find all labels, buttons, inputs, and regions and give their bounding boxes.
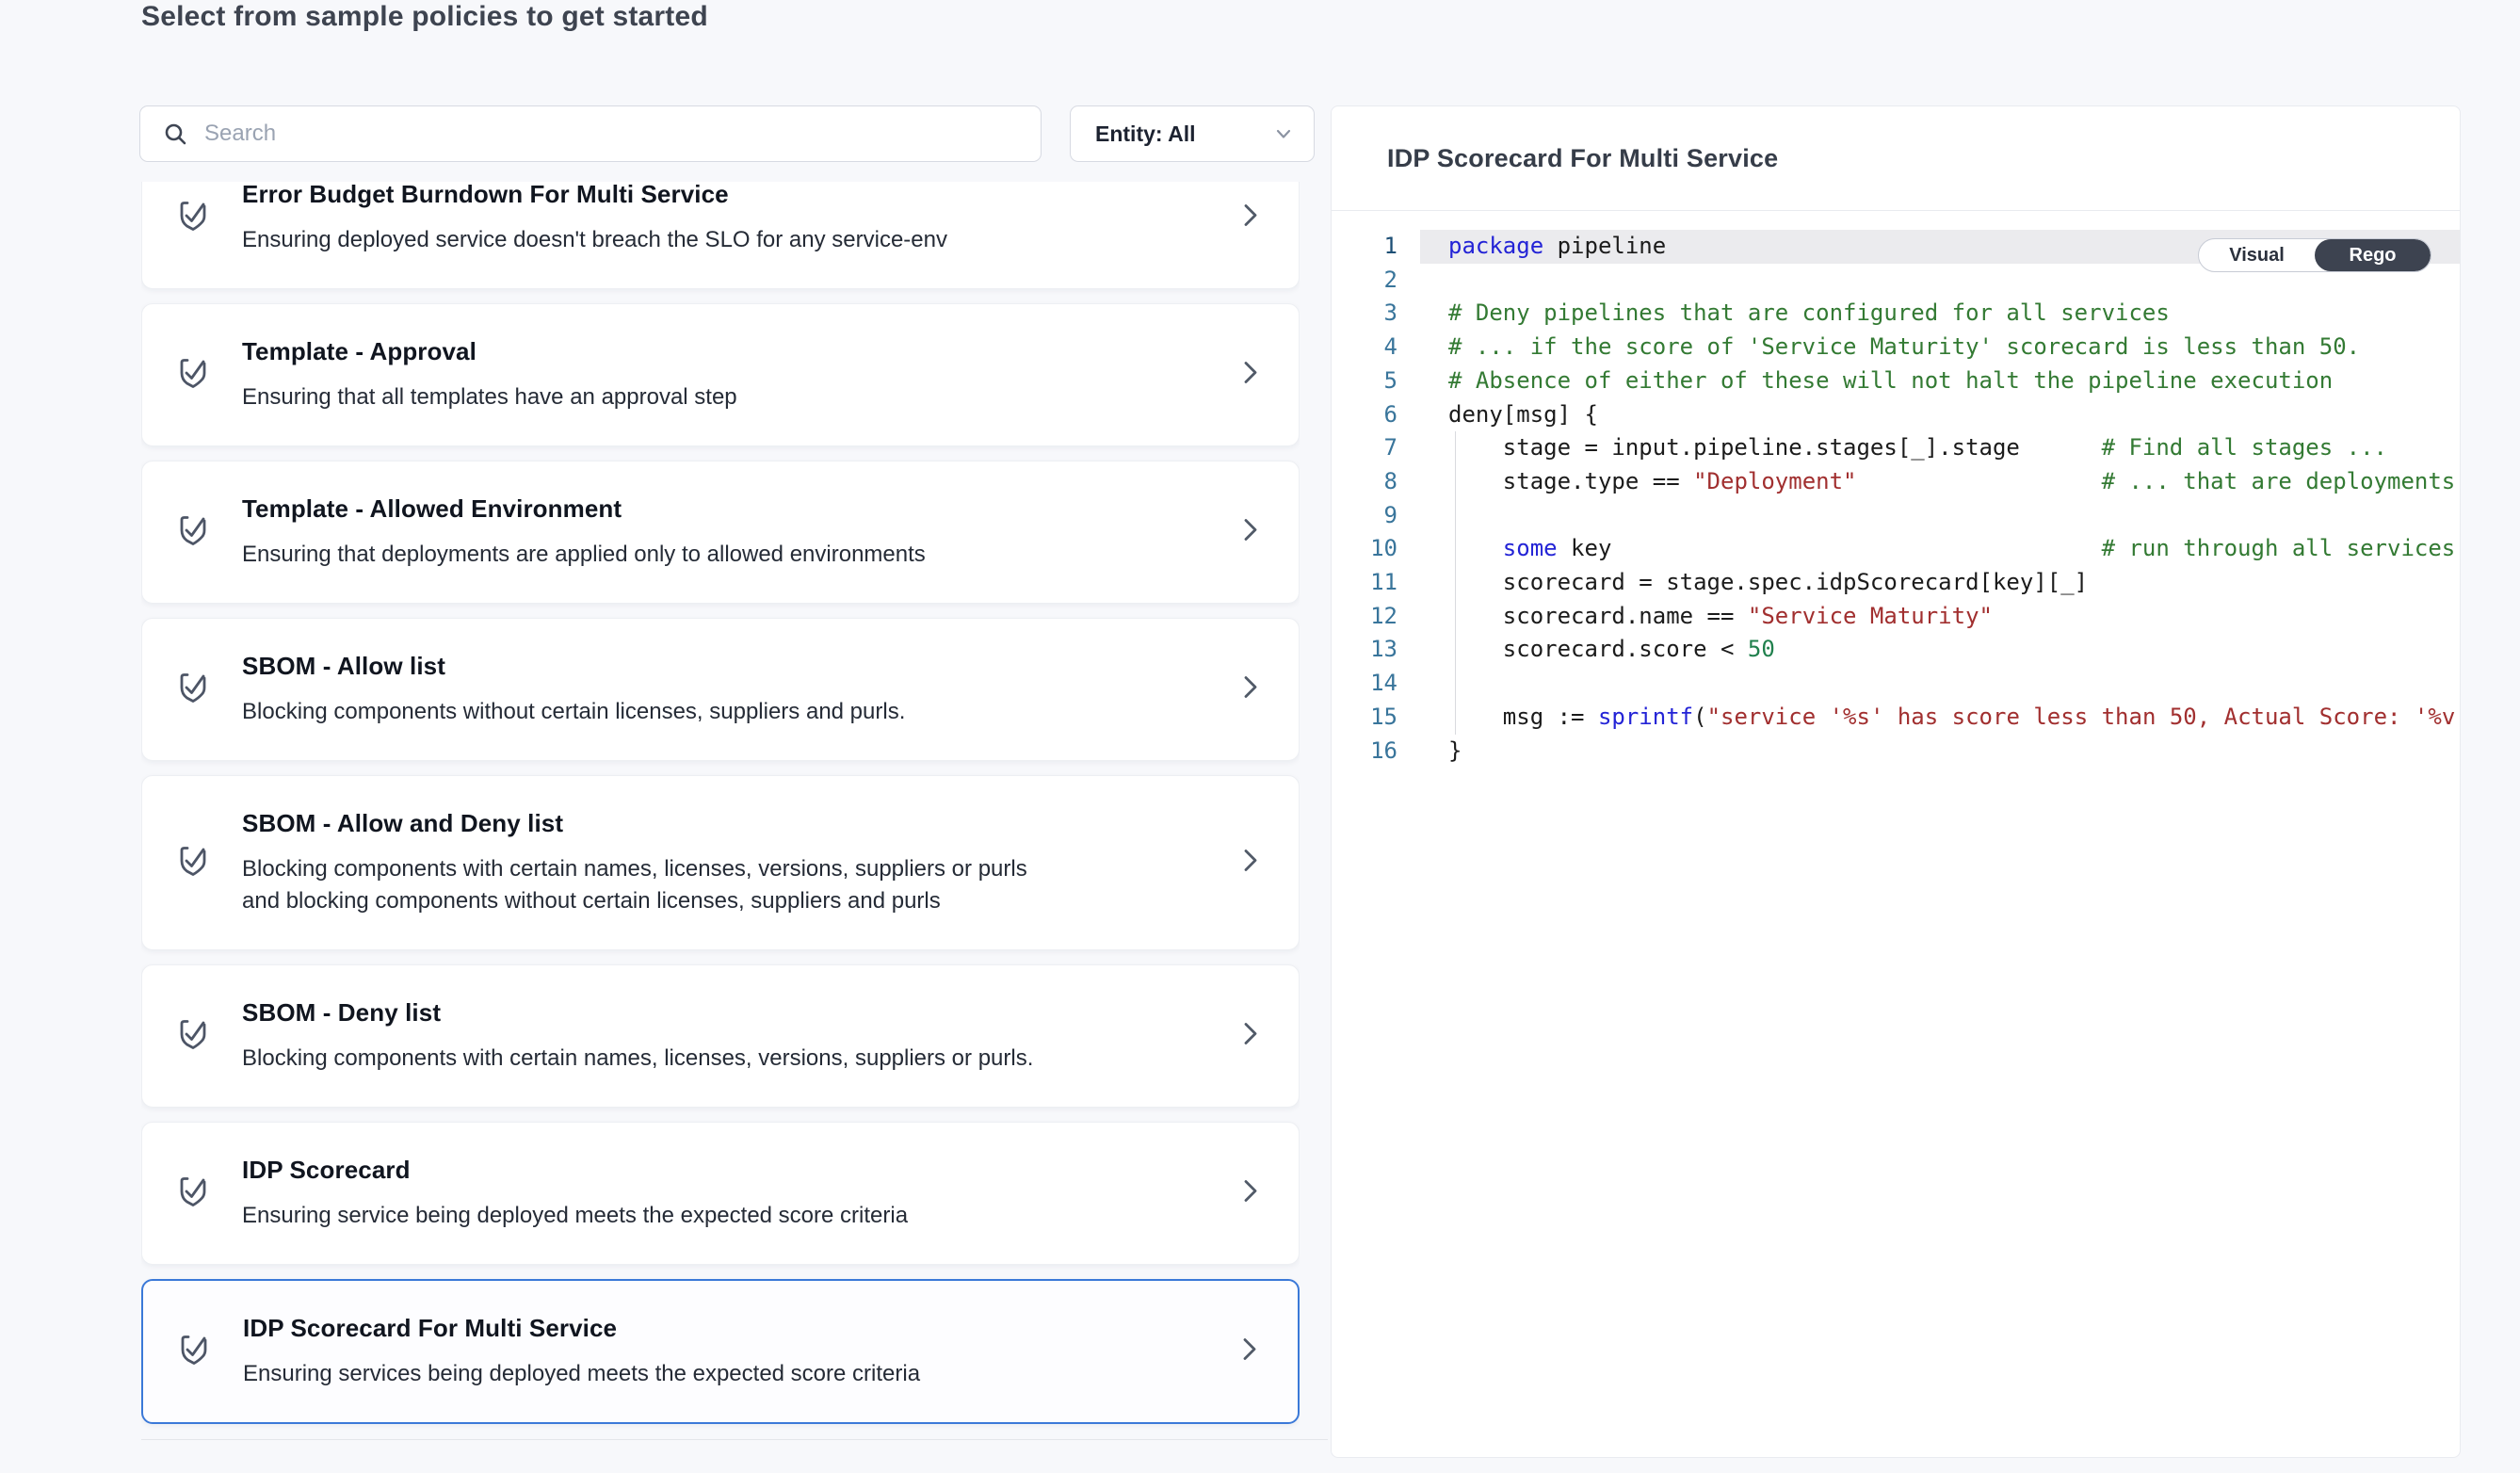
- indent-guide: [1455, 431, 1456, 735]
- shield-check-icon: [174, 669, 212, 706]
- shield-check-icon: [174, 197, 212, 235]
- line-number: 1: [1332, 230, 1397, 264]
- line-number: 2: [1332, 264, 1397, 298]
- policy-card[interactable]: IDP Scorecard Ensuring service being depl…: [141, 1122, 1300, 1265]
- shield-check-icon: [174, 1015, 212, 1053]
- code-line: 13 scorecard.score < 50: [1332, 633, 2460, 667]
- line-number: 6: [1332, 398, 1397, 432]
- policy-title: SBOM - Allow and Deny list: [242, 808, 1186, 838]
- code-line: 10 some key # run through all services: [1332, 532, 2460, 566]
- policy-description: Ensuring deployed service doesn't breach…: [242, 224, 1052, 256]
- line-number: 7: [1332, 431, 1397, 465]
- policy-card[interactable]: Error Budget Burndown For Multi Service E…: [141, 182, 1300, 289]
- code-line: 12 scorecard.name == "Service Maturity": [1332, 600, 2460, 634]
- line-number: 4: [1332, 331, 1397, 364]
- shield-check-icon: [175, 1331, 213, 1368]
- shield-check-icon: [174, 842, 212, 880]
- chevron-right-icon: [1235, 846, 1265, 876]
- chevron-right-icon: [1235, 1019, 1265, 1049]
- search-box: [139, 105, 1042, 162]
- policy-list[interactable]: Error Budget Burndown For Multi Service E…: [141, 182, 1300, 1440]
- chevron-down-icon: [1270, 121, 1297, 147]
- entity-filter-dropdown[interactable]: Entity: All: [1070, 105, 1315, 162]
- policy-title: SBOM - Allow list: [242, 651, 1186, 681]
- code-line: 16}: [1332, 735, 2460, 769]
- policy-title: Template - Approval: [242, 336, 1186, 366]
- entity-filter-label: Entity: All: [1071, 121, 1270, 147]
- code-line: 8 stage.type == "Deployment" # ... that …: [1332, 465, 2460, 499]
- code-line: 3# Deny pipelines that are configured fo…: [1332, 297, 2460, 331]
- shield-check-icon: [174, 511, 212, 549]
- code-line: 6deny[msg] {: [1332, 398, 2460, 432]
- page: Select from sample policies to get start…: [0, 0, 2520, 1473]
- rego-toggle-button[interactable]: Rego: [2315, 239, 2431, 271]
- policy-card[interactable]: IDP Scorecard For Multi Service Ensuring …: [141, 1279, 1300, 1424]
- line-number: 13: [1332, 633, 1397, 667]
- line-number: 14: [1332, 667, 1397, 701]
- code-line: 7 stage = input.pipeline.stages[_].stage…: [1332, 431, 2460, 465]
- chevron-right-icon: [1234, 1335, 1264, 1365]
- policy-title: Error Budget Burndown For Multi Service: [242, 182, 1186, 209]
- chevron-right-icon: [1235, 515, 1265, 545]
- page-title: Select from sample policies to get start…: [141, 0, 708, 38]
- visual-toggle-button[interactable]: Visual: [2199, 239, 2315, 271]
- view-mode-toggle: Visual Rego: [2198, 238, 2431, 272]
- line-number: 12: [1332, 600, 1397, 634]
- chevron-right-icon: [1235, 1176, 1265, 1206]
- code-line: 4# ... if the score of 'Service Maturity…: [1332, 331, 2460, 364]
- policy-description: Ensuring services being deployed meets t…: [243, 1358, 1053, 1390]
- line-number: 9: [1332, 499, 1397, 533]
- code-line: 5# Absence of either of these will not h…: [1332, 364, 2460, 398]
- chevron-right-icon: [1235, 672, 1265, 703]
- rego-code-editor[interactable]: 1package pipeline2 3# Deny pipelines tha…: [1332, 230, 2460, 1457]
- shield-check-icon: [174, 354, 212, 392]
- search-icon: [161, 120, 189, 148]
- line-number: 15: [1332, 701, 1397, 735]
- shield-check-icon: [174, 1173, 212, 1210]
- policy-card[interactable]: SBOM - Deny list Blocking components with…: [141, 964, 1300, 1108]
- policy-title: IDP Scorecard: [242, 1155, 1186, 1185]
- line-number: 5: [1332, 364, 1397, 398]
- policy-card[interactable]: Template - Approval Ensuring that all tem…: [141, 303, 1300, 446]
- policy-title: SBOM - Deny list: [242, 997, 1186, 1028]
- line-number: 16: [1332, 735, 1397, 769]
- code-line: 9: [1332, 499, 2460, 533]
- line-number: 10: [1332, 532, 1397, 566]
- line-number: 11: [1332, 566, 1397, 600]
- code-line: 14: [1332, 667, 2460, 701]
- policy-description: Blocking components with certain names, …: [242, 853, 1052, 917]
- policy-card[interactable]: SBOM - Allow and Deny list Blocking compo…: [141, 775, 1300, 950]
- list-bottom-divider: [141, 1439, 1328, 1440]
- code-line: 11 scorecard = stage.spec.idpScorecard[k…: [1332, 566, 2460, 600]
- policy-card[interactable]: SBOM - Allow list Blocking components wit…: [141, 618, 1300, 761]
- policy-detail-title: IDP Scorecard For Multi Service: [1387, 144, 1778, 173]
- policy-title: IDP Scorecard For Multi Service: [243, 1313, 1185, 1343]
- line-number: 8: [1332, 465, 1397, 499]
- policy-title: Template - Allowed Environment: [242, 494, 1186, 524]
- chevron-right-icon: [1235, 358, 1265, 388]
- chevron-right-icon: [1235, 201, 1265, 231]
- policy-description: Ensuring that all templates have an appr…: [242, 381, 1052, 413]
- policy-description: Blocking components without certain lice…: [242, 696, 1052, 728]
- policy-description: Ensuring service being deployed meets th…: [242, 1200, 1052, 1232]
- policy-detail-panel: IDP Scorecard For Multi Service 1package…: [1331, 105, 2461, 1458]
- search-input[interactable]: [189, 106, 1041, 161]
- panel-divider: [1332, 210, 2460, 211]
- line-number: 3: [1332, 297, 1397, 331]
- policy-description: Ensuring that deployments are applied on…: [242, 539, 1052, 571]
- policy-card[interactable]: Template - Allowed Environment Ensuring t…: [141, 461, 1300, 604]
- code-line: 15 msg := sprintf("service '%s' has scor…: [1332, 701, 2460, 735]
- policy-description: Blocking components with certain names, …: [242, 1043, 1052, 1075]
